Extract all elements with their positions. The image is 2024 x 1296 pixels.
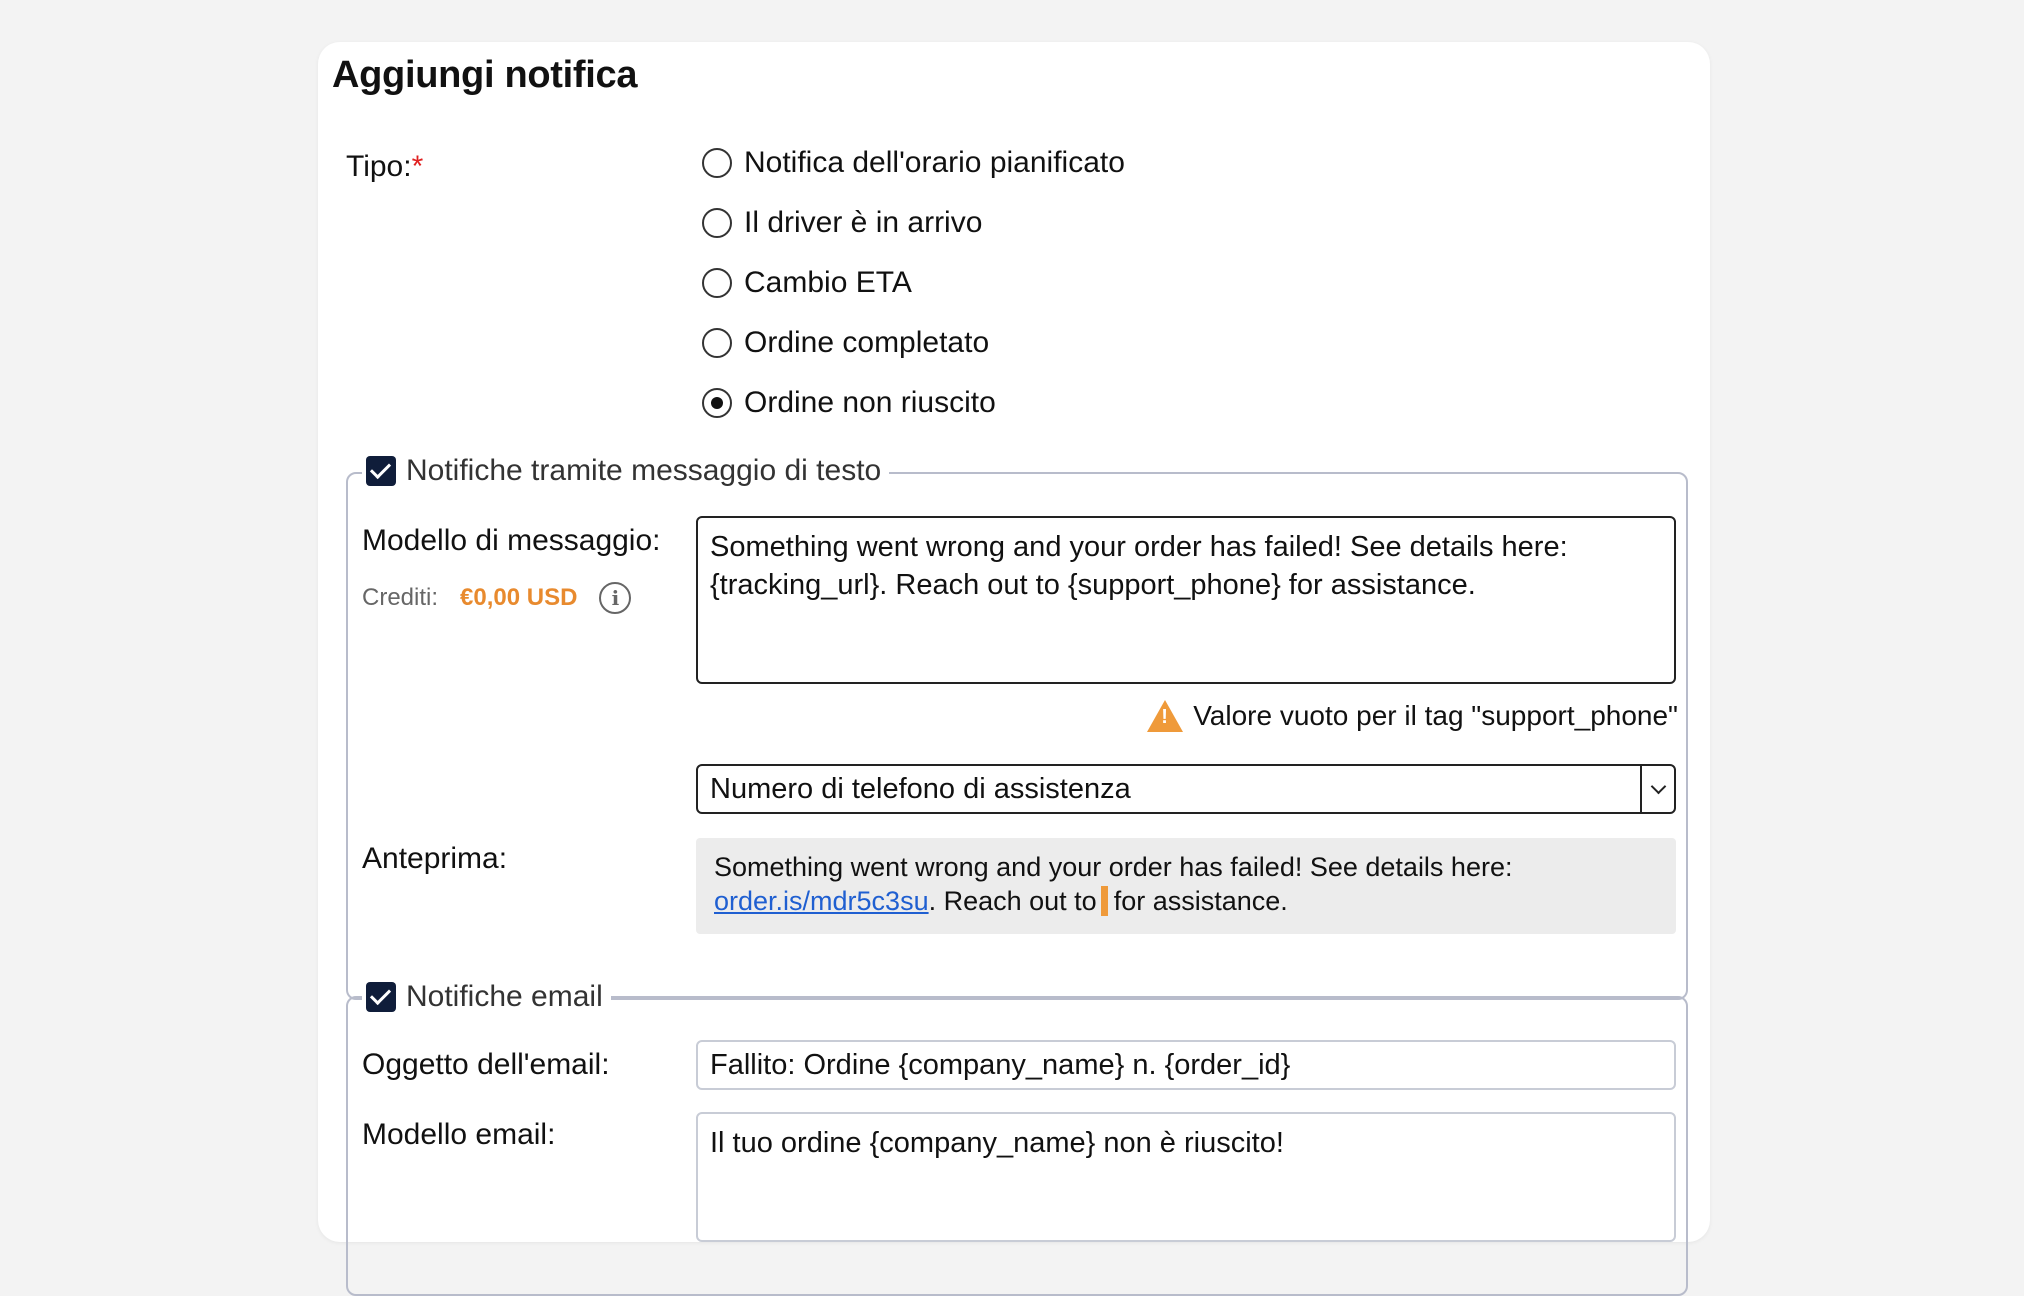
radio-option-order-failed[interactable]: Ordine non riuscito: [702, 386, 996, 420]
radio-option-order-completed[interactable]: Ordine completato: [702, 326, 989, 360]
tag-value-select[interactable]: Numero di telefono di assistenza: [696, 764, 1676, 814]
email-legend-label: Notifiche email: [406, 980, 603, 1013]
email-legend: Notifiche email: [362, 980, 611, 1014]
radio-button[interactable]: [702, 208, 732, 238]
radio-label: Ordine non riuscito: [744, 386, 996, 419]
empty-tag-warning: ! Valore vuoto per il tag "support_phone…: [1147, 700, 1678, 732]
radio-button-selected[interactable]: [702, 388, 732, 418]
sms-legend: Notifiche tramite messaggio di testo: [362, 454, 890, 488]
radio-label: Ordine completato: [744, 326, 990, 359]
info-icon[interactable]: i: [599, 582, 632, 614]
radio-label: Notifica dell'orario pianificato: [744, 146, 1125, 179]
chevron-down-icon[interactable]: [1640, 766, 1674, 812]
email-template-label: Modello email:: [362, 1118, 556, 1151]
sms-enabled-checkbox[interactable]: [366, 456, 396, 486]
radio-option-scheduled-time[interactable]: Notifica dell'orario pianificato: [702, 146, 1125, 180]
preview-text: for assistance.: [1113, 886, 1288, 916]
email-subject-label: Oggetto dell'email:: [362, 1048, 610, 1081]
preview-text: . Reach out to: [928, 886, 1097, 916]
message-template-textarea[interactable]: Something went wrong and your order has …: [696, 516, 1676, 684]
credits-value: €0,00 USD: [460, 584, 578, 611]
preview-label: Anteprima:: [362, 842, 508, 875]
type-label-text: Tipo:: [346, 150, 412, 183]
radio-option-driver-arriving[interactable]: Il driver è in arrivo: [702, 206, 982, 240]
select-value: Numero di telefono di assistenza: [710, 772, 1131, 805]
warning-text: Valore vuoto per il tag "support_phone": [1193, 700, 1678, 731]
credits-label: Crediti:: [362, 584, 439, 611]
page-title: Aggiungi notifica: [332, 54, 638, 96]
credits-row: Crediti: €0,00 USD i: [362, 582, 632, 614]
required-mark: *: [411, 150, 424, 183]
message-preview: Something went wrong and your order has …: [696, 838, 1676, 934]
message-template-label: Modello di messaggio:: [362, 524, 661, 557]
empty-tag-marker: [1100, 886, 1108, 916]
email-enabled-checkbox[interactable]: [366, 982, 396, 1012]
radio-button[interactable]: [702, 268, 732, 298]
tracking-link[interactable]: order.is/mdr5c3su: [714, 886, 929, 916]
type-label: Tipo:*: [346, 150, 423, 184]
radio-label: Cambio ETA: [744, 266, 912, 299]
radio-button[interactable]: [702, 328, 732, 358]
warning-icon: !: [1147, 700, 1184, 732]
email-subject-input[interactable]: Fallito: Ordine {company_name} n. {order…: [696, 1040, 1676, 1090]
sms-legend-label: Notifiche tramite messaggio di testo: [406, 454, 882, 487]
radio-button[interactable]: [702, 148, 732, 178]
radio-option-eta-change[interactable]: Cambio ETA: [702, 266, 912, 300]
radio-label: Il driver è in arrivo: [744, 206, 983, 239]
preview-text: Something went wrong and your order has …: [714, 852, 1513, 882]
email-template-textarea[interactable]: Il tuo ordine {company_name} non è riusc…: [696, 1112, 1676, 1242]
add-notification-card: Aggiungi notifica Tipo:* Notifica dell'o…: [318, 42, 1710, 1296]
